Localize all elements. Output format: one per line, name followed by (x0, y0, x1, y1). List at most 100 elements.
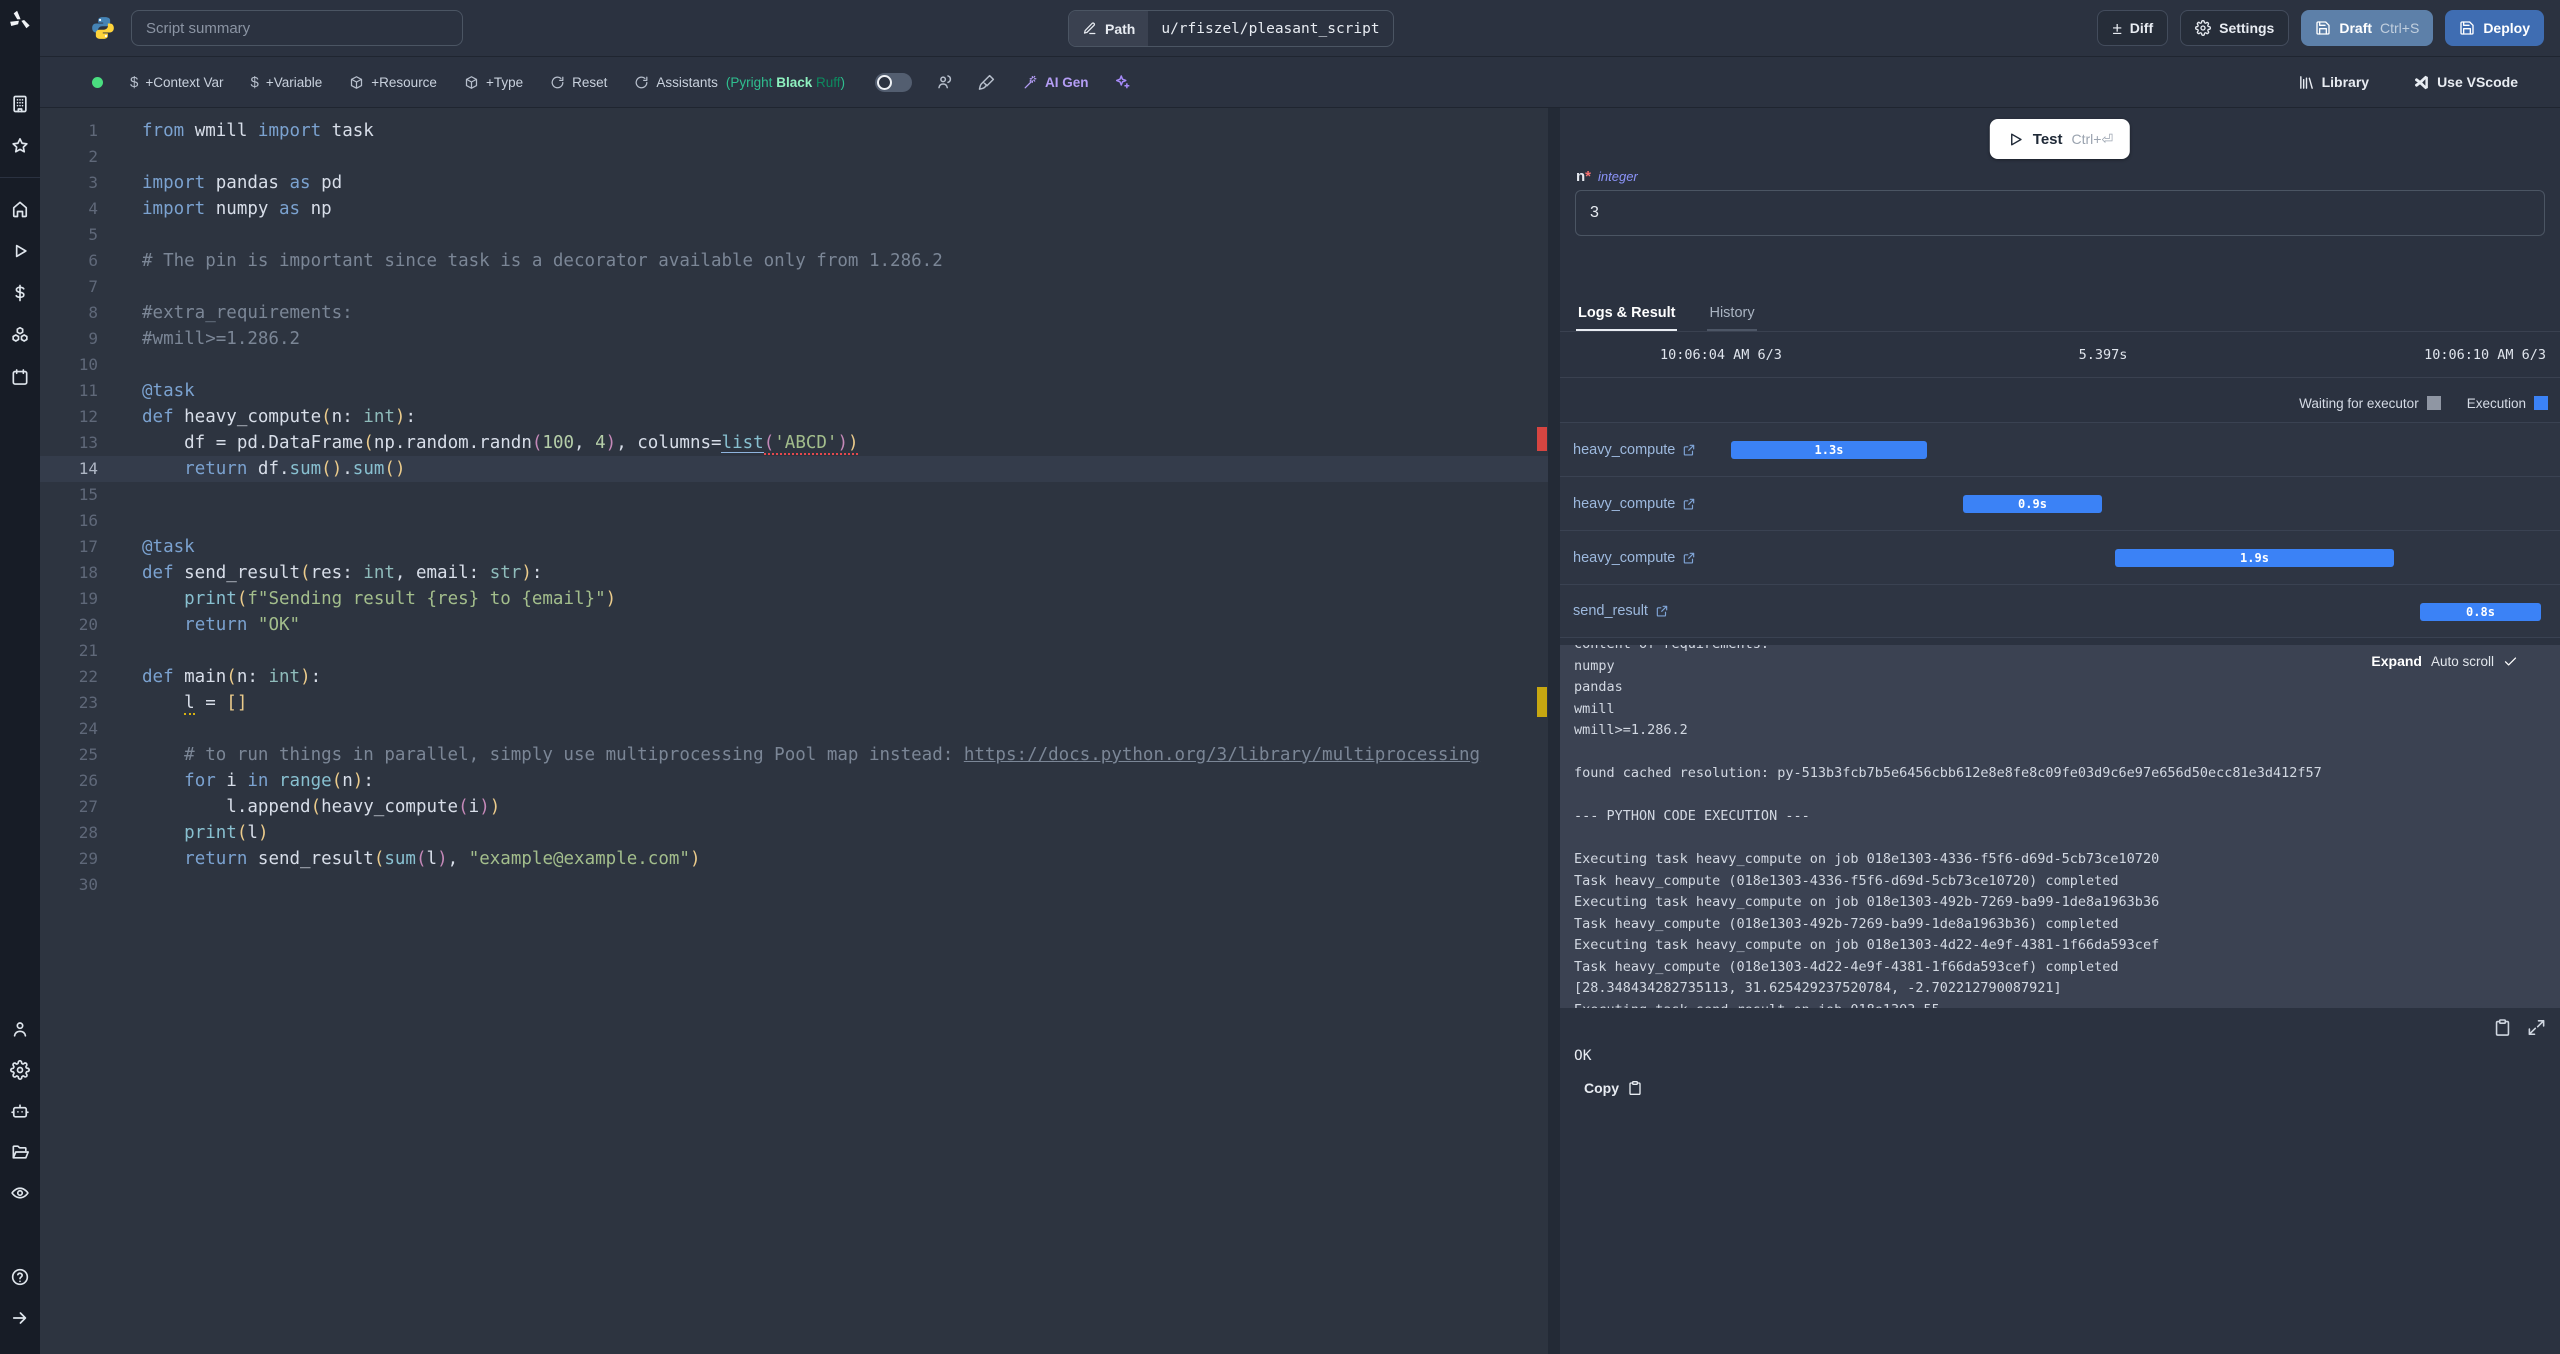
resources-boxes-icon[interactable] (10, 325, 30, 345)
diff-label: Diff (2129, 20, 2154, 36)
code-line: 18 def send_result(res: int, email: str): (40, 560, 1548, 586)
assistants-button[interactable]: Assistants (634, 75, 718, 90)
timeline-task-link[interactable]: heavy_compute (1573, 531, 1696, 584)
settings-button[interactable]: Settings (2180, 10, 2290, 46)
add-variable-button[interactable]: $ +Variable (251, 74, 323, 91)
log-expand-button[interactable]: Expand (2371, 653, 2422, 669)
collapse-arrow-right-icon[interactable] (10, 1308, 30, 1328)
code-text: # to run things in parallel, simply use … (142, 745, 1481, 765)
add-resource-button[interactable]: +Resource (349, 75, 437, 90)
workspace-building-icon[interactable] (10, 94, 30, 114)
assistants-status-black: Black (776, 74, 813, 90)
code-text: print(l) (184, 823, 269, 843)
edit-path-button[interactable]: Path (1069, 11, 1149, 46)
legend-execution-swatch (2534, 396, 2548, 410)
diff-button[interactable]: ± Diff (2097, 10, 2169, 46)
code-text: df = pd.DataFrame(np.random.randn(100, 4… (142, 433, 859, 455)
toggle-knob (877, 74, 893, 90)
audit-eye-icon[interactable] (10, 1183, 30, 1203)
line-number: 12 (78, 407, 98, 426)
variable-label: +Variable (265, 74, 323, 90)
code-line: 16 (40, 508, 1548, 534)
ai-gen-label: AI Gen (1045, 74, 1089, 90)
add-type-button[interactable]: +Type (464, 75, 523, 90)
timeline-task-link[interactable]: heavy_compute (1573, 423, 1696, 476)
library-icon (2299, 75, 2313, 89)
type-label: +Type (485, 74, 524, 90)
sparkles-icon[interactable] (1113, 73, 1131, 91)
code-text: def heavy_compute(n: int): (142, 407, 416, 427)
code-line: 15 (40, 482, 1548, 508)
users-person-icon[interactable] (10, 1019, 30, 1039)
line-number: 21 (78, 641, 98, 660)
deploy-button[interactable]: Deploy (2445, 10, 2544, 46)
favorites-star-icon[interactable] (10, 136, 30, 156)
save-icon (2460, 21, 2474, 35)
format-paintbrush-icon[interactable] (978, 73, 996, 91)
timeline-legend: Waiting for executor Execution (2299, 390, 2548, 416)
arg-n-input[interactable] (1575, 190, 2545, 236)
sidebar-divider (0, 177, 40, 178)
line-number: 16 (78, 511, 98, 530)
code-line: 10 (40, 352, 1548, 378)
tab-history[interactable]: History (1707, 296, 1757, 331)
reset-button[interactable]: Reset (550, 75, 607, 90)
line-number: 6 (88, 251, 98, 270)
ai-gen-button[interactable]: AI Gen (1023, 75, 1089, 90)
variables-dollar-icon[interactable] (10, 283, 30, 303)
settings-gear-icon[interactable] (10, 1060, 30, 1080)
warning-ruler-marker (1537, 687, 1547, 717)
code-area[interactable]: 1 from wmill import task 2 3 import pandas a… (40, 108, 1548, 1354)
path-group: Path u/rfiszel/pleasant_script (1068, 10, 1394, 47)
fullscreen-icon[interactable] (2527, 1018, 2546, 1037)
assistants-status-ruff: Ruff (816, 74, 841, 90)
help-icon[interactable] (10, 1267, 30, 1287)
code-line: 27 l.append(heavy_compute(i)) (40, 794, 1548, 820)
line-number: 20 (78, 615, 98, 634)
runs-play-icon[interactable] (10, 241, 30, 261)
timeline-row: heavy_compute 1.9s (1560, 530, 2560, 584)
timeline-row: heavy_compute 1.3s (1560, 422, 2560, 476)
left-sidebar (0, 0, 40, 1354)
package-icon (465, 75, 478, 89)
copy-clipboard-icon (1629, 1081, 1641, 1095)
line-number: 1 (88, 121, 98, 140)
library-button[interactable]: Library (2298, 74, 2369, 91)
warning-squiggle (184, 711, 195, 715)
add-context-var-button[interactable]: $ +Context Var (130, 74, 224, 91)
overview-ruler[interactable] (1536, 108, 1548, 1354)
line-number: 13 (78, 433, 98, 452)
log-autoscroll-toggle[interactable]: Auto scroll (2431, 654, 2494, 669)
script-summary-input[interactable] (131, 10, 463, 46)
code-editor[interactable]: 1 from wmill import task 2 3 import pandas a… (40, 108, 1548, 1354)
tab-logs-and-result[interactable]: Logs & Result (1576, 296, 1678, 331)
python-language-icon (92, 17, 114, 39)
code-text: import numpy as np (142, 199, 332, 219)
line-number: 25 (78, 745, 98, 764)
code-line: 3 import pandas as pd (40, 170, 1548, 196)
line-number: 14 (78, 459, 98, 478)
schedules-calendar-icon[interactable] (10, 367, 30, 387)
folders-icon[interactable] (10, 1142, 30, 1162)
test-label: Test (2032, 130, 2063, 148)
test-button[interactable]: Test Ctrl+⏎ (1989, 119, 2131, 159)
legend-waiting-swatch (2426, 396, 2441, 410)
code-text: def main(n: int): (142, 667, 322, 687)
panel-resize-handle[interactable] (1548, 108, 1560, 1354)
copy-clipboard-icon[interactable] (2493, 1018, 2512, 1037)
timeline-task-link[interactable]: heavy_compute (1573, 477, 1696, 530)
assistants-status-close: ) (840, 74, 846, 90)
path-value[interactable]: u/rfiszel/pleasant_script (1148, 11, 1392, 46)
deploy-label: Deploy (2483, 20, 2530, 36)
vim-mode-toggle[interactable] (875, 72, 913, 92)
home-icon[interactable] (10, 199, 30, 219)
arg-type: integer (1598, 169, 1638, 184)
log-output[interactable]: content of requirements: numpy pandas wm… (1560, 645, 2560, 1008)
windmill-logo-icon[interactable] (8, 8, 32, 32)
timeline-task-link[interactable]: send_result (1573, 585, 1669, 637)
workers-robot-icon[interactable] (10, 1101, 30, 1121)
collaborators-users-icon[interactable] (936, 73, 954, 91)
use-vscode-button[interactable]: Use VScode (2413, 74, 2518, 91)
draft-button[interactable]: Draft Ctrl+S (2301, 10, 2434, 46)
copy-result-button[interactable]: Copy (1584, 1080, 1643, 1096)
